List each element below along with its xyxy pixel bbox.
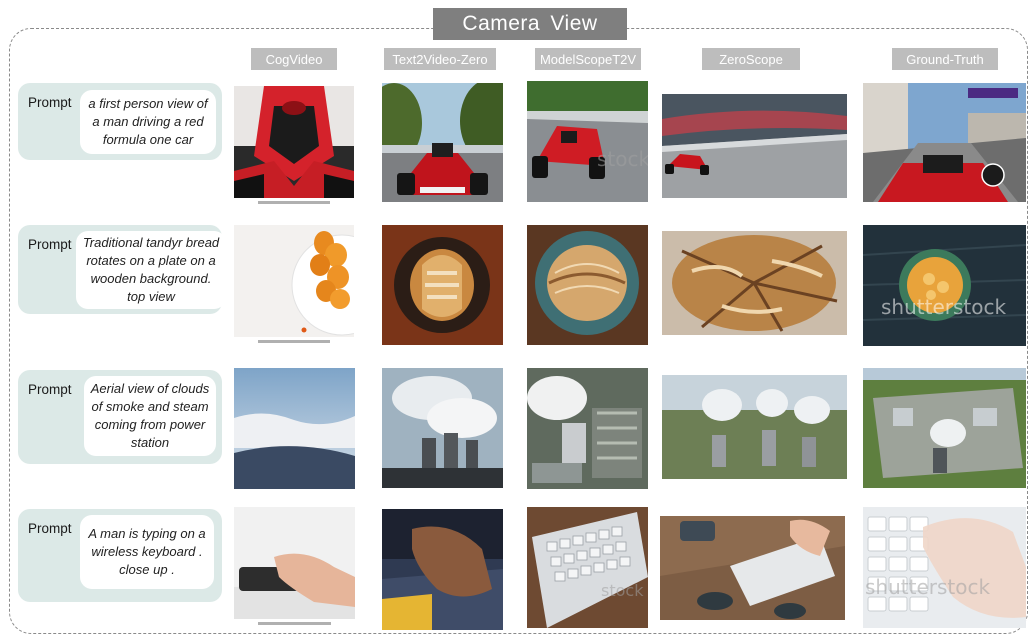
column-header-modelscopet2v: ModelScopeT2V [535, 48, 641, 70]
frame-groundtruth-keyboard: shutterstock [863, 507, 1026, 628]
shutterstock-watermark: shutterstock [865, 575, 991, 599]
prompt-text: Aerial view of clouds of smoke and steam… [84, 376, 216, 456]
prompt-card-1: Prompt a first person view of a man driv… [18, 83, 222, 160]
prompt-text: Traditional tandyr bread rotates on a pl… [76, 231, 226, 309]
prompt-label: Prompt [28, 382, 72, 397]
frame-modelscope-bread [527, 225, 648, 345]
frame-zeroscope-bread [662, 231, 847, 335]
frame-text2video-keyboard [382, 509, 503, 630]
frame-cogvideo-formula-car [234, 86, 354, 206]
frame-zeroscope-keyboard [660, 516, 845, 620]
prompt-label: Prompt [28, 95, 72, 110]
frame-groundtruth-formula-car [863, 83, 1026, 202]
prompt-text: a first person view of a man driving a r… [80, 90, 216, 154]
column-header-zeroscope: ZeroScope [702, 48, 800, 70]
frame-text2video-formula-car [382, 83, 503, 202]
stock-watermark: stock [597, 147, 648, 171]
frame-text2video-bread [382, 225, 503, 345]
frame-modelscope-power-station [527, 368, 648, 489]
prompt-text: A man is typing on a wireless keyboard .… [80, 515, 214, 589]
frame-text2video-power-station [382, 368, 503, 488]
frame-modelscope-keyboard: stock [527, 507, 648, 628]
stock-watermark: stock [601, 581, 644, 600]
prompt-label: Prompt [28, 521, 72, 536]
prompt-label: Prompt [28, 237, 72, 252]
frame-cogvideo-bread [234, 225, 354, 345]
column-header-text2video-zero: Text2Video-Zero [384, 48, 496, 70]
caption-strip [234, 337, 354, 345]
frame-modelscope-formula-car: stock [527, 81, 648, 202]
frame-zeroscope-formula-car [662, 94, 847, 198]
column-header-cogvideo: CogVideo [251, 48, 337, 70]
prompt-card-4: Prompt A man is typing on a wireless key… [18, 509, 222, 602]
figure-title: Camera View [433, 8, 627, 40]
shutterstock-watermark: shutterstock [881, 295, 1007, 319]
caption-strip [234, 619, 355, 627]
frame-groundtruth-power-station [863, 368, 1026, 488]
frame-groundtruth-bread: shutterstock [863, 225, 1026, 346]
frame-zeroscope-power-station [662, 375, 847, 479]
column-header-ground-truth: Ground-Truth [892, 48, 998, 70]
prompt-card-2: Prompt Traditional tandyr bread rotates … [18, 225, 226, 314]
prompt-card-3: Prompt Aerial view of clouds of smoke an… [18, 370, 222, 464]
caption-strip [234, 198, 354, 206]
frame-cogvideo-power-station [234, 368, 355, 489]
frame-cogvideo-keyboard [234, 507, 355, 627]
